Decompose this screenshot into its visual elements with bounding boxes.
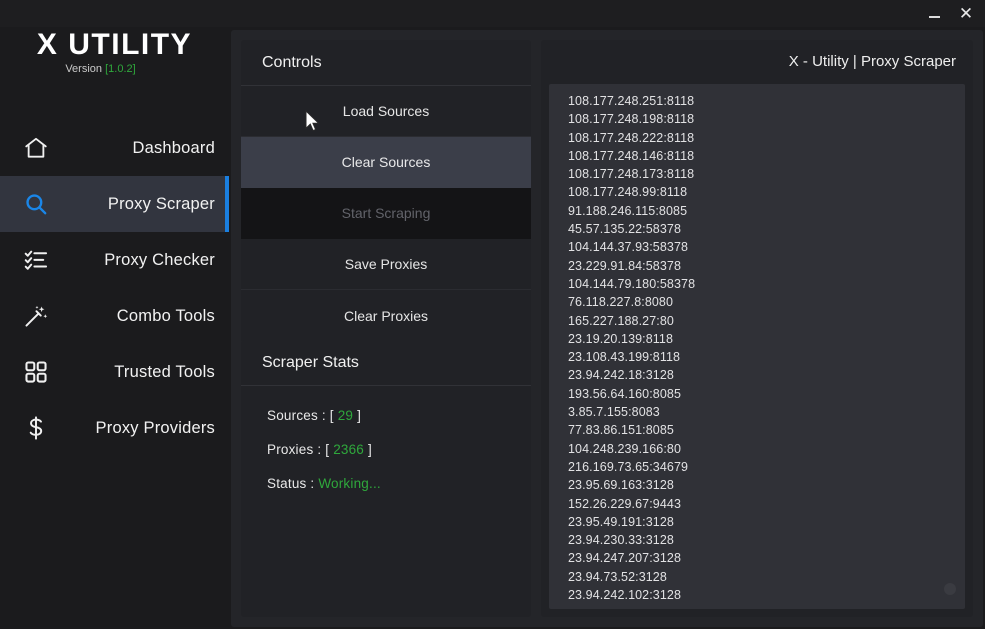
proxy-list-item: 23.94.242.102:3128 xyxy=(568,586,965,604)
sidebar-item-trusted-tools[interactable]: Trusted Tools xyxy=(0,344,229,400)
sidebar-item-label: Trusted Tools xyxy=(54,363,229,382)
sidebar-item-label: Proxy Providers xyxy=(54,419,229,438)
close-icon: ✕ xyxy=(959,5,973,22)
proxy-list-item: 165.227.188.27:80 xyxy=(568,312,965,330)
stat-row-sources: Sources : [ 29 ] xyxy=(267,408,531,423)
close-button[interactable]: ✕ xyxy=(949,0,983,27)
proxy-list-item: 23.94.242.18:3128 xyxy=(568,366,965,384)
dollar-icon xyxy=(18,410,54,446)
proxy-list-item: 104.144.37.93:58378 xyxy=(568,238,965,256)
proxy-list-item: 23.95.69.163:3128 xyxy=(568,476,965,494)
proxy-list-item: 216.169.73.65:34679 xyxy=(568,458,965,476)
stat-row-proxies: Proxies : [ 2366 ] xyxy=(267,442,531,457)
sidebar-nav: Dashboard Proxy Scraper xyxy=(0,120,229,456)
proxy-list-item: 76.118.227.8:8080 xyxy=(568,293,965,311)
proxies-label: Proxies : xyxy=(267,442,321,457)
sources-bracket-close: ] xyxy=(357,408,361,423)
stats-panel-title: Scraper Stats xyxy=(241,340,531,386)
sidebar-item-combo-tools[interactable]: Combo Tools xyxy=(0,288,229,344)
load-sources-button[interactable]: Load Sources xyxy=(241,86,531,137)
stats-body: Sources : [ 29 ] Proxies : [ 2366 ] Stat… xyxy=(241,386,531,491)
sidebar-item-dashboard[interactable]: Dashboard xyxy=(0,120,229,176)
proxy-list-item: 193.56.64.160:8085 xyxy=(568,385,965,403)
proxy-list: 108.177.248.251:8118108.177.248.198:8118… xyxy=(549,84,965,604)
proxy-list-item: 152.26.229.67:9443 xyxy=(568,495,965,513)
proxy-list-item: 23.94.230.33:3128 xyxy=(568,531,965,549)
active-indicator xyxy=(225,176,229,232)
proxy-list-item: 23.94.73.52:3128 xyxy=(568,568,965,586)
controls-button-list: Load Sources Clear Sources Start Scrapin… xyxy=(241,86,531,341)
proxy-list-item: 3.85.7.155:8083 xyxy=(568,403,965,421)
proxy-list-item: 104.248.239.166:80 xyxy=(568,440,965,458)
proxy-list-item: 108.177.248.146:8118 xyxy=(568,147,965,165)
proxy-list-item: 108.177.248.173:8118 xyxy=(568,165,965,183)
version-number: [1.0.2] xyxy=(105,63,136,75)
proxy-list-item: 108.177.248.99:8118 xyxy=(568,183,965,201)
proxy-output-box[interactable]: 108.177.248.251:8118108.177.248.198:8118… xyxy=(549,84,965,609)
proxy-list-item: 108.177.248.251:8118 xyxy=(568,92,965,110)
status-badge: Working... xyxy=(318,476,381,491)
status-indicator-dot xyxy=(944,583,956,595)
controls-panel: Controls Load Sources Clear Sources Star… xyxy=(241,40,531,332)
proxy-list-item: 23.94.247.207:3128 xyxy=(568,549,965,567)
proxy-list-item: 23.95.49.191:3128 xyxy=(568,513,965,531)
brand-block: X UTILITY Version [1.0.2] xyxy=(0,28,229,75)
save-proxies-button[interactable]: Save Proxies xyxy=(241,239,531,290)
magic-wand-icon xyxy=(18,298,54,334)
sidebar-item-label: Proxy Checker xyxy=(54,251,229,270)
proxy-list-item: 104.144.79.180:58378 xyxy=(568,275,965,293)
stat-row-status: Status : Working... xyxy=(267,476,531,491)
clear-proxies-button[interactable]: Clear Proxies xyxy=(241,290,531,341)
proxy-list-item: 23.19.20.139:8118 xyxy=(568,330,965,348)
sources-bracket-open: [ xyxy=(330,408,334,423)
minimize-button[interactable] xyxy=(917,0,951,27)
sidebar: X UTILITY Version [1.0.2] Dashboard xyxy=(0,0,229,629)
minimize-icon xyxy=(929,16,940,18)
proxy-list-item: 108.177.248.198:8118 xyxy=(568,110,965,128)
app-window: ✕ X UTILITY Version [1.0.2] Dashboard xyxy=(0,0,985,629)
proxies-bracket-close: ] xyxy=(368,442,372,457)
proxy-list-item: 91.188.246.115:8085 xyxy=(568,202,965,220)
proxies-bracket-open: [ xyxy=(325,442,329,457)
home-icon xyxy=(18,130,54,166)
sidebar-item-label: Combo Tools xyxy=(54,307,229,326)
sidebar-item-proxy-scraper[interactable]: Proxy Scraper xyxy=(0,176,229,232)
proxy-list-item: 23.229.91.84:58378 xyxy=(568,257,965,275)
grid-icon xyxy=(18,354,54,390)
proxy-list-item: 45.57.135.22:58378 xyxy=(568,220,965,238)
sidebar-item-label: Dashboard xyxy=(54,139,229,158)
sidebar-item-proxy-checker[interactable]: Proxy Checker xyxy=(0,232,229,288)
proxy-list-item: 108.177.248.222:8118 xyxy=(568,129,965,147)
start-scraping-button[interactable]: Start Scraping xyxy=(241,188,531,239)
app-version: Version [1.0.2] xyxy=(0,63,229,75)
search-icon xyxy=(18,186,54,222)
checklist-icon xyxy=(18,242,54,278)
proxy-list-item: 77.83.86.151:8085 xyxy=(568,421,965,439)
output-panel-title: X - Utility | Proxy Scraper xyxy=(541,40,973,83)
status-label: Status : xyxy=(267,476,314,491)
sidebar-item-proxy-providers[interactable]: Proxy Providers xyxy=(0,400,229,456)
controls-panel-title: Controls xyxy=(241,40,531,86)
version-label: Version xyxy=(65,63,102,75)
sources-label: Sources : xyxy=(267,408,326,423)
title-bar: ✕ xyxy=(0,0,985,27)
scraper-stats-panel: Scraper Stats Sources : [ 29 ] Proxies :… xyxy=(241,340,531,617)
output-panel: X - Utility | Proxy Scraper 108.177.248.… xyxy=(541,40,973,617)
main-content: Controls Load Sources Clear Sources Star… xyxy=(231,30,983,627)
clear-sources-button[interactable]: Clear Sources xyxy=(241,137,531,188)
sidebar-item-label: Proxy Scraper xyxy=(54,195,229,214)
proxies-value: 2366 xyxy=(333,442,364,457)
sources-value: 29 xyxy=(338,408,353,423)
proxy-list-item: 23.108.43.199:8118 xyxy=(568,348,965,366)
app-logo-text: X UTILITY xyxy=(0,28,229,62)
